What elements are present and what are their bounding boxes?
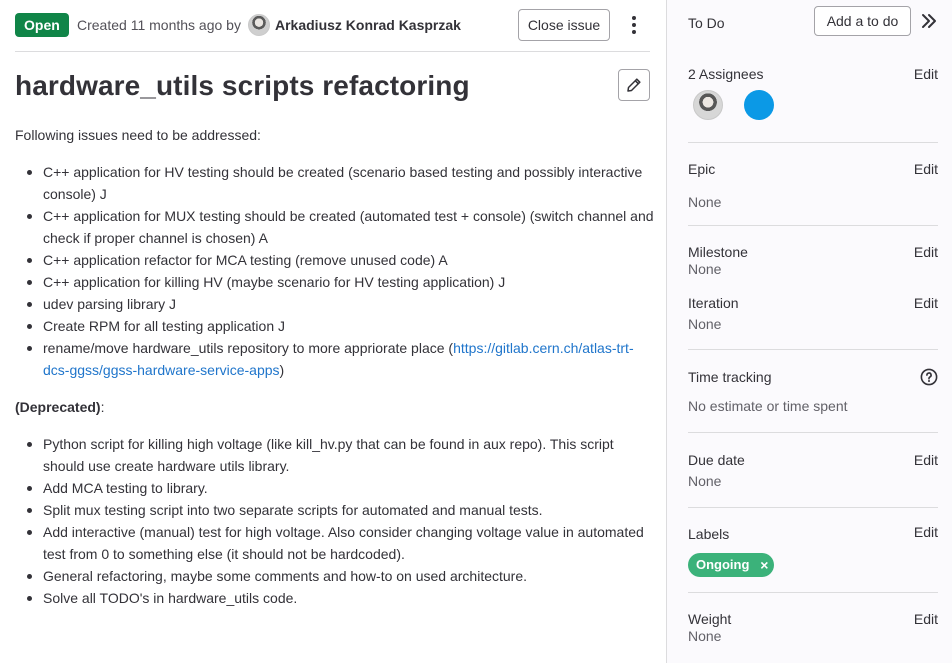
issue-header: Open Created 11 months ago by Arkadiusz … bbox=[15, 8, 650, 52]
edit-title-button[interactable] bbox=[618, 69, 650, 101]
list-item: Split mux testing script into two separa… bbox=[15, 499, 655, 521]
weight-label: Weight bbox=[688, 611, 732, 627]
time-tracking-label: Time tracking bbox=[688, 369, 772, 385]
due-date-value: None bbox=[688, 473, 722, 489]
kebab-menu-icon[interactable] bbox=[624, 13, 644, 37]
weight-value: None bbox=[688, 628, 722, 644]
labels-edit-link[interactable]: Edit bbox=[914, 524, 938, 540]
milestone-edit-link[interactable]: Edit bbox=[914, 244, 938, 260]
weight-edit-link[interactable]: Edit bbox=[914, 611, 938, 627]
description-intro: Following issues need to be addressed: bbox=[15, 127, 261, 143]
task-text: rename/move hardware_utils repository to… bbox=[43, 340, 454, 356]
deprecated-label: (Deprecated) bbox=[15, 399, 101, 415]
list-item: udev parsing library J bbox=[15, 293, 655, 315]
issue-main: Open Created 11 months ago by Arkadiusz … bbox=[0, 0, 666, 663]
deprecated-heading: (Deprecated): bbox=[15, 396, 655, 418]
epic-edit-link[interactable]: Edit bbox=[914, 161, 938, 177]
list-item: General refactoring, maybe some comments… bbox=[15, 565, 655, 587]
assignee-avatar[interactable] bbox=[693, 90, 723, 120]
issue-title: hardware_utils scripts refactoring bbox=[15, 70, 470, 101]
assignees-block: 2 Assignees Edit bbox=[688, 43, 938, 143]
assignee-avatar[interactable] bbox=[744, 90, 774, 120]
milestone-label: Milestone bbox=[688, 244, 748, 260]
pencil-icon bbox=[627, 78, 641, 92]
task-list: C++ application for HV testing should be… bbox=[15, 161, 655, 381]
due-date-label: Due date bbox=[688, 452, 745, 468]
author-avatar[interactable] bbox=[248, 14, 270, 36]
deprecated-list: Python script for killing high voltage (… bbox=[15, 433, 655, 609]
list-item: C++ application refactor for MCA testing… bbox=[15, 249, 655, 271]
labels-block: Labels Edit Ongoing × bbox=[688, 508, 938, 593]
assignees-edit-link[interactable]: Edit bbox=[914, 66, 938, 82]
created-text: Created 11 months ago by bbox=[77, 17, 241, 33]
task-text-suffix: ) bbox=[279, 362, 285, 378]
due-date-edit-link[interactable]: Edit bbox=[914, 452, 938, 468]
assignees-label: 2 Assignees bbox=[688, 66, 764, 82]
iteration-label: Iteration bbox=[688, 295, 739, 311]
add-todo-button[interactable]: Add a to do bbox=[814, 6, 911, 36]
issue-description: Following issues need to be addressed: C… bbox=[15, 124, 655, 609]
issue-sidebar: To Do Add a to do 2 Assignees Edit Epic … bbox=[666, 0, 952, 663]
milestone-value: None bbox=[688, 261, 722, 277]
epic-label: Epic bbox=[688, 161, 716, 177]
iteration-edit-link[interactable]: Edit bbox=[914, 295, 938, 311]
question-circle-icon[interactable] bbox=[920, 368, 938, 386]
list-item: Python script for killing high voltage (… bbox=[15, 433, 655, 477]
due-date-block: Due date Edit None bbox=[688, 433, 938, 508]
close-icon[interactable]: × bbox=[760, 553, 768, 577]
double-chevron-right-icon[interactable] bbox=[919, 11, 939, 31]
list-item: C++ application for killing HV (maybe sc… bbox=[15, 271, 655, 293]
list-item: Add MCA testing to library. bbox=[15, 477, 655, 499]
label-ongoing[interactable]: Ongoing × bbox=[688, 553, 775, 577]
epic-block: Epic Edit None bbox=[688, 143, 938, 226]
close-issue-button[interactable]: Close issue bbox=[518, 9, 610, 41]
labels-label: Labels bbox=[688, 526, 730, 542]
weight-block: Weight Edit None bbox=[688, 593, 938, 663]
iteration-value: None bbox=[688, 316, 722, 332]
list-item: Add interactive (manual) test for high v… bbox=[15, 521, 655, 565]
list-item: Solve all TODO's in hardware_utils code. bbox=[15, 587, 655, 609]
list-item: Create RPM for all testing application J bbox=[15, 315, 655, 337]
time-tracking-value: No estimate or time spent bbox=[688, 398, 848, 414]
epic-value: None bbox=[688, 194, 722, 210]
label-text: Ongoing bbox=[696, 557, 750, 572]
todo-block: To Do Add a to do bbox=[688, 0, 938, 43]
author-link[interactable]: Arkadiusz Konrad Kasprzak bbox=[275, 17, 461, 33]
status-badge: Open bbox=[15, 13, 69, 37]
milestone-iteration-block: Milestone Edit None Iteration Edit None bbox=[688, 226, 938, 350]
todo-label: To Do bbox=[688, 15, 725, 31]
list-item: rename/move hardware_utils repository to… bbox=[15, 337, 655, 381]
list-item: C++ application for HV testing should be… bbox=[15, 161, 655, 205]
list-item: C++ application for MUX testing should b… bbox=[15, 205, 655, 249]
deprecated-colon: : bbox=[100, 399, 105, 415]
time-tracking-block: Time tracking No estimate or time spent bbox=[688, 350, 938, 433]
